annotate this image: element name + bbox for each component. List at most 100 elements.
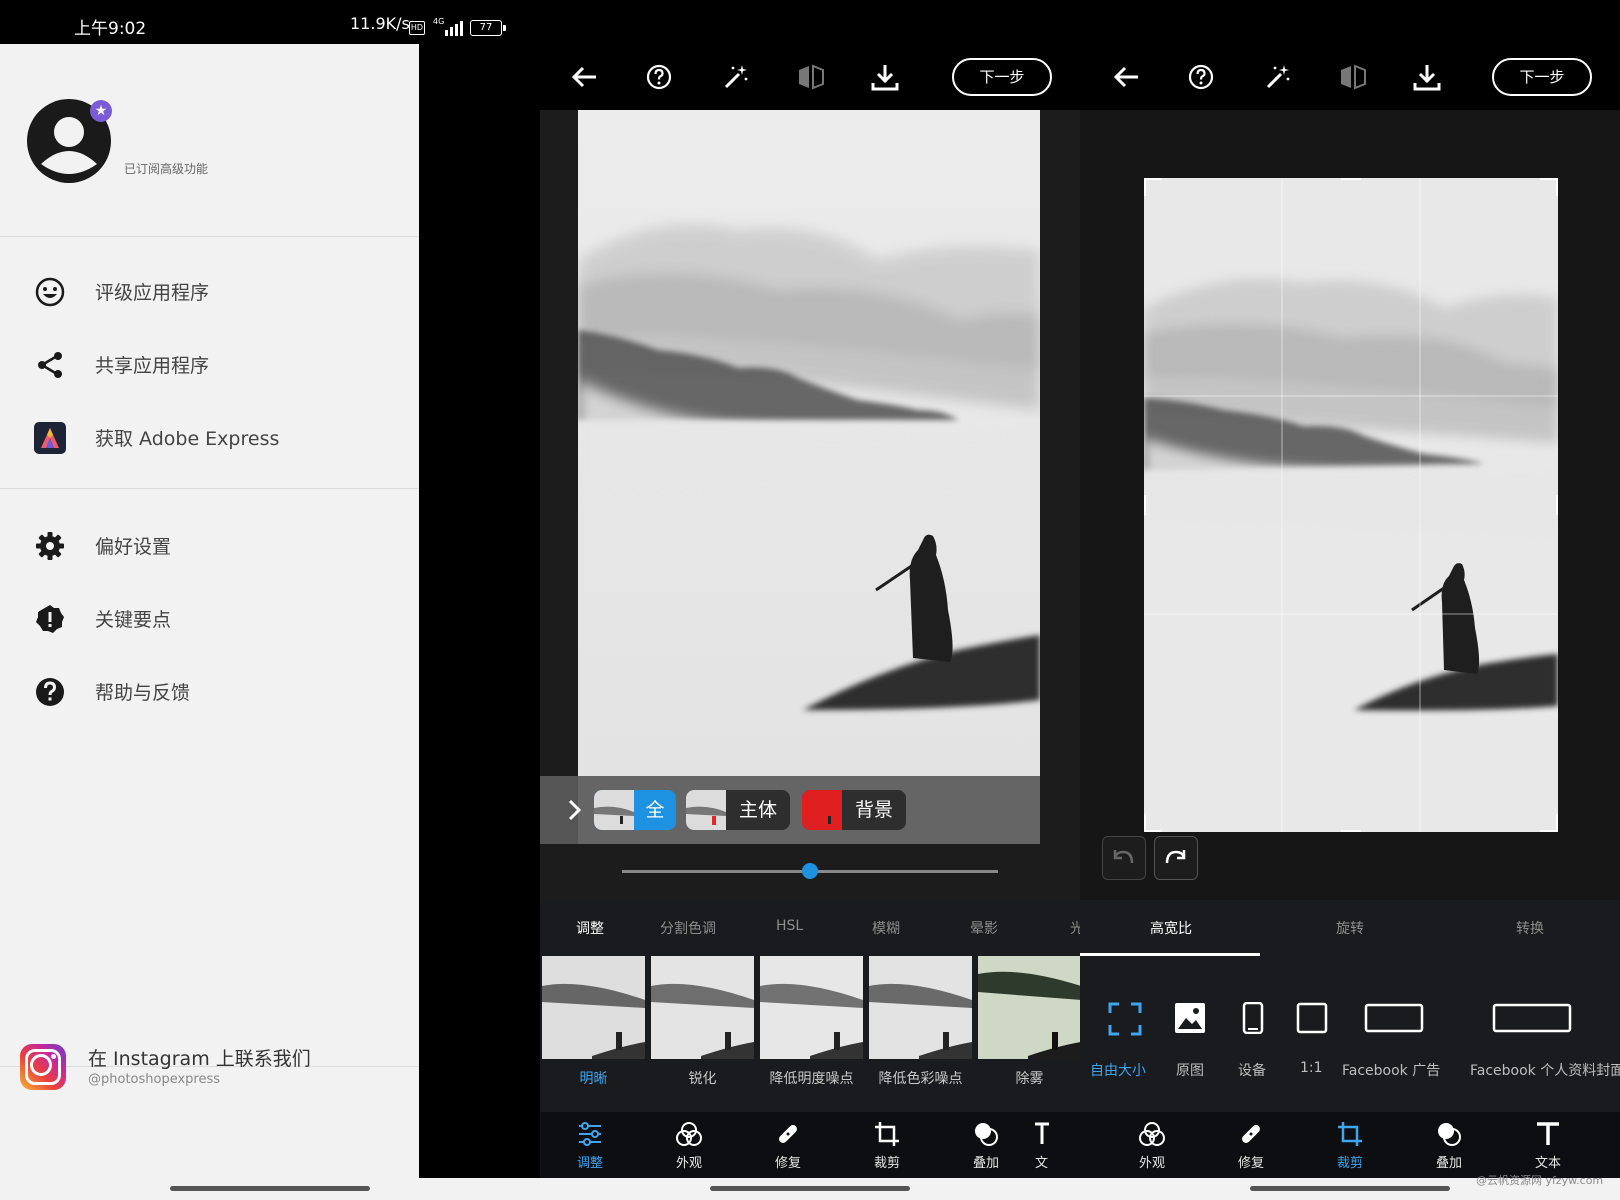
tab-vignette[interactable]: 晕影 bbox=[970, 918, 998, 938]
aspect-original[interactable]: 原图 bbox=[1172, 956, 1212, 1112]
magic-wand-icon[interactable] bbox=[718, 60, 752, 94]
bandage-icon bbox=[1242, 1125, 1260, 1143]
crop-canvas[interactable] bbox=[1144, 178, 1558, 832]
menu-item-help-feedback[interactable]: 帮助与反馈 bbox=[0, 658, 419, 724]
undo-button[interactable] bbox=[1102, 836, 1146, 880]
compare-icon[interactable] bbox=[1336, 60, 1370, 94]
adobe-express-icon bbox=[34, 422, 66, 454]
redo-icon bbox=[1165, 850, 1186, 864]
undo-icon bbox=[1113, 850, 1134, 864]
nav-heal[interactable]: 修复 bbox=[738, 1112, 838, 1178]
slider-handle[interactable] bbox=[802, 863, 818, 879]
preset-thumbnail[interactable] bbox=[869, 956, 972, 1059]
help-icon[interactable] bbox=[642, 60, 676, 94]
next-step-button[interactable]: 下一步 bbox=[1492, 58, 1592, 96]
download-icon[interactable] bbox=[1410, 60, 1444, 94]
aspect-facebook-ad[interactable]: Facebook 广告 bbox=[1342, 956, 1452, 1112]
compare-icon[interactable] bbox=[794, 60, 828, 94]
text-icon bbox=[1035, 1122, 1049, 1144]
nav-overlay[interactable]: 叠加 bbox=[1399, 1112, 1499, 1178]
crop-icon bbox=[1338, 1122, 1362, 1146]
nav-adjust[interactable]: 调整 bbox=[540, 1112, 640, 1178]
mask-all-button[interactable]: 全 bbox=[594, 790, 676, 830]
magic-wand-icon[interactable] bbox=[1260, 60, 1294, 94]
smile-icon bbox=[35, 277, 65, 307]
preset-label: 明晰 bbox=[579, 1071, 608, 1087]
preset-thumbnail[interactable] bbox=[760, 956, 863, 1059]
nav-label: 文本 bbox=[1534, 1156, 1561, 1171]
subscription-status: 已订阅高级功能 bbox=[124, 162, 209, 176]
nav-overlay[interactable]: 叠加 bbox=[936, 1112, 1036, 1178]
menu-item-label: 获取 Adobe Express bbox=[95, 428, 280, 450]
aspect-label: 原图 bbox=[1176, 1063, 1204, 1079]
back-arrow-icon[interactable] bbox=[1110, 60, 1144, 94]
nav-crop[interactable]: 裁剪 bbox=[837, 1112, 937, 1178]
menu-item-label: 关键要点 bbox=[95, 609, 172, 631]
image-icon bbox=[1175, 1003, 1205, 1033]
nav-label: 文 bbox=[1035, 1156, 1049, 1171]
menu-item-preferences[interactable]: 偏好设置 bbox=[0, 512, 419, 578]
square-icon bbox=[1296, 1002, 1328, 1034]
aspect-facebook-cover[interactable]: Facebook 个人资料封面 bbox=[1470, 956, 1620, 1112]
instagram-contact-title[interactable]: 在 Instagram 上联系我们 bbox=[88, 1044, 311, 1071]
download-icon[interactable] bbox=[868, 60, 902, 94]
instagram-icon[interactable] bbox=[20, 1044, 66, 1090]
divider bbox=[0, 236, 419, 237]
home-indicator[interactable] bbox=[1250, 1186, 1450, 1191]
mask-subject-button[interactable]: 主体 bbox=[686, 790, 790, 830]
aspect-label: 设备 bbox=[1238, 1063, 1266, 1079]
redo-button[interactable] bbox=[1154, 836, 1198, 880]
ink-landscape-image bbox=[578, 110, 1040, 844]
help-icon[interactable] bbox=[1184, 60, 1218, 94]
nav-crop[interactable]: 裁剪 bbox=[1300, 1112, 1400, 1178]
bottom-toolbar: 调整 外观 修复 裁剪 叠加 文 bbox=[540, 1112, 1080, 1178]
nav-label: 叠加 bbox=[1435, 1156, 1462, 1171]
menu-item-adobe-express[interactable]: 获取 Adobe Express bbox=[0, 404, 419, 470]
menu-item-share-app[interactable]: 共享应用程序 bbox=[0, 331, 419, 397]
tab-light[interactable]: 光 bbox=[1070, 918, 1080, 938]
aspect-device[interactable]: 设备 bbox=[1234, 956, 1274, 1112]
menu-item-label: 评级应用程序 bbox=[95, 282, 210, 304]
nav-text[interactable]: 文 bbox=[1035, 1112, 1080, 1178]
wide-frame-icon bbox=[1492, 1003, 1572, 1033]
overlay-icon bbox=[1438, 1123, 1461, 1146]
adjust-tabs: 调整 分割色调 HSL 模糊 晕影 光 bbox=[540, 900, 1080, 956]
nav-label: 裁剪 bbox=[873, 1156, 900, 1171]
next-step-button[interactable]: 下一步 bbox=[952, 58, 1052, 96]
preset-label: 除雾 bbox=[1015, 1071, 1044, 1087]
mask-selector: 全 主体 背景 bbox=[540, 776, 1040, 844]
menu-item-rate-app[interactable]: 评级应用程序 bbox=[0, 258, 419, 324]
home-indicator[interactable] bbox=[710, 1186, 910, 1191]
aspect-free-size[interactable]: 自由大小 bbox=[1090, 956, 1160, 1112]
nav-heal[interactable]: 修复 bbox=[1201, 1112, 1301, 1178]
status-bar: 上午9:02 11.9K/s HD 4G 77 bbox=[0, 0, 540, 44]
tab-hsl[interactable]: HSL bbox=[776, 918, 803, 934]
photo-canvas[interactable] bbox=[578, 110, 1040, 844]
battery-icon: 77 bbox=[470, 20, 506, 36]
aspect-label: 自由大小 bbox=[1090, 1063, 1146, 1079]
preset-label: 降低色彩噪点 bbox=[878, 1071, 963, 1087]
nav-text[interactable]: 文本 bbox=[1498, 1112, 1598, 1178]
menu-item-label: 共享应用程序 bbox=[95, 355, 210, 377]
nav-looks[interactable]: 外观 bbox=[1102, 1112, 1202, 1178]
menu-item-key-points[interactable]: 关键要点 bbox=[0, 585, 419, 651]
back-arrow-icon[interactable] bbox=[568, 60, 602, 94]
free-crop-icon bbox=[1108, 1002, 1142, 1036]
tab-adjust[interactable]: 调整 bbox=[576, 918, 604, 938]
aspect-square[interactable]: 1:1 bbox=[1292, 956, 1332, 1112]
chevron-right-icon[interactable] bbox=[564, 796, 586, 824]
tab-rotate[interactable]: 旋转 bbox=[1336, 918, 1364, 938]
tab-blur[interactable]: 模糊 bbox=[872, 918, 900, 938]
preset-thumbnail[interactable] bbox=[978, 956, 1080, 1059]
tab-transform[interactable]: 转换 bbox=[1516, 918, 1544, 938]
tab-aspect-ratio[interactable]: 高宽比 bbox=[1150, 918, 1192, 938]
home-indicator[interactable] bbox=[170, 1186, 370, 1191]
hd-icon: HD bbox=[409, 21, 425, 35]
preset-thumbnail[interactable] bbox=[542, 956, 645, 1059]
tab-split-tone[interactable]: 分割色调 bbox=[660, 918, 716, 938]
nav-label: 外观 bbox=[1138, 1156, 1165, 1171]
mask-label: 主体 bbox=[738, 799, 777, 821]
nav-looks[interactable]: 外观 bbox=[639, 1112, 739, 1178]
preset-thumbnail[interactable] bbox=[651, 956, 754, 1059]
mask-background-button[interactable]: 背景 bbox=[802, 790, 906, 830]
